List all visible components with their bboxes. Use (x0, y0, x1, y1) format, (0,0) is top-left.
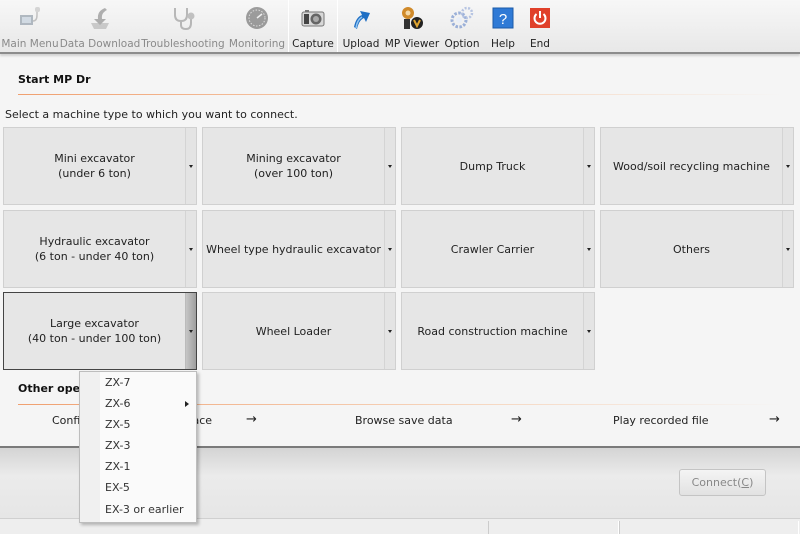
menu-item-zx-1[interactable]: ZX-1 (105, 458, 193, 476)
gauge-icon (244, 5, 270, 31)
chevron-down-icon[interactable] (185, 128, 196, 204)
power-icon (527, 5, 553, 31)
menu-item-ex-3-or-earlier[interactable]: EX-3 or earlier (105, 501, 193, 519)
machine-button-large-excavator[interactable]: Large excavator (40 ton - under 100 ton) (3, 292, 197, 370)
end-button[interactable]: End (522, 0, 558, 52)
menu-item-ex-5[interactable]: EX-5 (105, 479, 193, 497)
machine-button-dump-truck[interactable]: Dump Truck (401, 127, 595, 205)
machine-button-wheel-type-hydraulic-excavator[interactable]: Wheel type hydraulic excavator (202, 210, 396, 288)
machine-button-crawler-carrier[interactable]: Crawler Carrier (401, 210, 595, 288)
upload-arrow-icon (348, 5, 374, 31)
select-prompt: Select a machine type to which you want … (5, 108, 298, 121)
machine-button-others[interactable]: Others (600, 210, 794, 288)
chevron-down-icon[interactable] (782, 128, 793, 204)
submenu-arrow-icon (185, 401, 189, 407)
chevron-down-icon[interactable] (782, 211, 793, 287)
menu-item-zx-3[interactable]: ZX-3 (105, 437, 193, 455)
menu-item-zx-5[interactable]: ZX-5 (105, 416, 193, 434)
help-icon: ? (490, 5, 516, 31)
svg-text:?: ? (499, 11, 507, 28)
chevron-down-icon[interactable] (185, 293, 196, 369)
machine-button-wheel-loader[interactable]: Wheel Loader (202, 292, 396, 370)
chevron-down-icon[interactable] (583, 293, 594, 369)
chevron-down-icon[interactable] (384, 293, 395, 369)
section-title-start: Start MP Dr (18, 73, 91, 86)
machine-button-mini-excavator[interactable]: Mini excavator (under 6 ton) (3, 127, 197, 205)
option-button[interactable]: Option (440, 0, 484, 52)
machine-button-road-construction[interactable]: Road construction machine (401, 292, 595, 370)
status-cell (488, 521, 619, 534)
chevron-down-icon[interactable] (583, 211, 594, 287)
status-cell (619, 521, 799, 534)
chevron-down-icon[interactable] (384, 128, 395, 204)
connect-button[interactable]: Connect(C) (679, 469, 766, 496)
browse-save-data-link[interactable]: Browse save data (355, 414, 453, 427)
data-download-icon (87, 5, 113, 31)
menu-item-zx-6[interactable]: ZX-6 (105, 395, 193, 413)
mp-viewer-icon (399, 5, 425, 31)
machine-model-dropdown-menu: ZX-7 ZX-6 ZX-5 ZX-3 ZX-1 EX-5 EX-3 or ea… (79, 371, 197, 523)
toolbar: Main Menu Data Download Troubleshooting … (0, 0, 800, 54)
troubleshooting-button[interactable]: Troubleshooting (140, 0, 226, 52)
chevron-down-icon[interactable] (583, 128, 594, 204)
help-button[interactable]: ? Help (484, 0, 522, 52)
play-recorded-file-link[interactable]: Play recorded file (613, 414, 709, 427)
arrow-right-icon[interactable]: → (511, 412, 522, 427)
arrow-right-icon[interactable]: → (769, 412, 780, 427)
main-menu-icon (17, 5, 43, 31)
machine-button-wood-soil-recycling[interactable]: Wood/soil recycling machine (600, 127, 794, 205)
main-menu-button[interactable]: Main Menu (0, 0, 60, 52)
section-divider (18, 94, 782, 95)
chevron-down-icon[interactable] (384, 211, 395, 287)
machine-button-mining-excavator[interactable]: Mining excavator (over 100 ton) (202, 127, 396, 205)
mp-viewer-button[interactable]: MP Viewer (384, 0, 440, 52)
monitoring-button[interactable]: Monitoring (226, 0, 288, 52)
gears-icon (449, 5, 475, 31)
stethoscope-icon (170, 5, 196, 31)
capture-button[interactable]: Capture (289, 0, 337, 52)
machine-button-hydraulic-excavator[interactable]: Hydraulic excavator (6 ton - under 40 ton… (3, 210, 197, 288)
data-download-button[interactable]: Data Download (60, 0, 140, 52)
arrow-right-icon[interactable]: → (246, 412, 257, 427)
menu-item-zx-7[interactable]: ZX-7 (105, 374, 193, 392)
upload-button[interactable]: Upload (338, 0, 384, 52)
chevron-down-icon[interactable] (185, 211, 196, 287)
camera-icon (300, 5, 326, 31)
